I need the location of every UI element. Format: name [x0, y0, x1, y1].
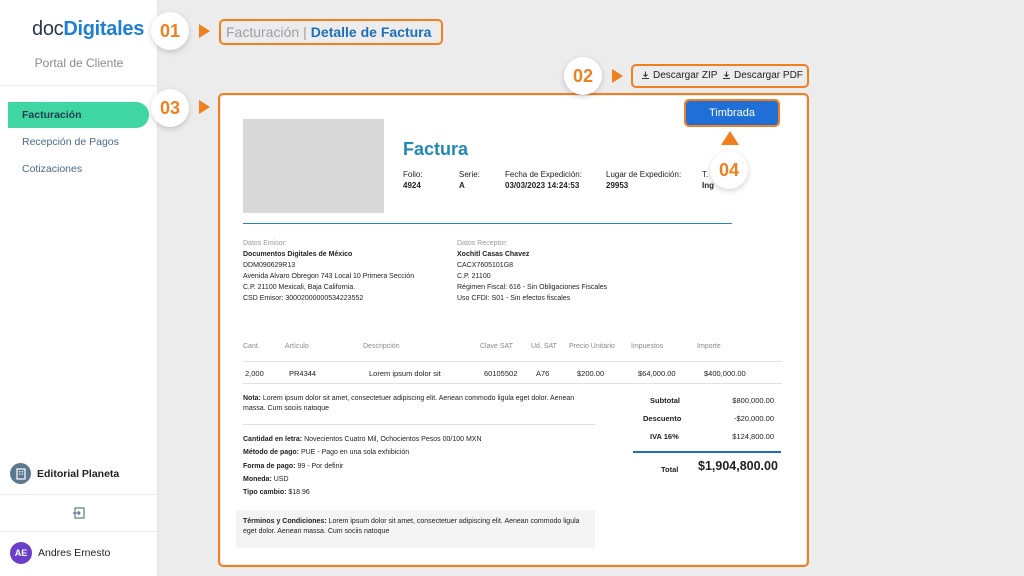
callout-arrow-03: [199, 100, 210, 114]
sidebar: docDigitales Portal de Cliente Facturaci…: [0, 0, 158, 576]
callout-arrow-02: [612, 69, 623, 83]
organization-selector[interactable]: Editorial Planeta: [10, 463, 119, 484]
sidebar-divider: [0, 494, 158, 495]
callout-arrow-04: [721, 131, 739, 145]
callout-badge-01: 01: [151, 12, 189, 50]
sidebar-divider: [0, 531, 158, 532]
callout-highlight-status: [684, 99, 780, 127]
building-icon: [10, 463, 31, 484]
callout-highlight-breadcrumb: [219, 19, 443, 45]
sidebar-item-facturacion[interactable]: Facturación: [8, 102, 149, 128]
sidebar-divider: [0, 85, 158, 86]
app-logo[interactable]: docDigitales: [32, 18, 144, 41]
sidebar-item-cotizaciones[interactable]: Cotizaciones: [8, 156, 149, 182]
user-name: Andres Ernesto: [38, 547, 111, 559]
callout-badge-02: 02: [564, 57, 602, 95]
logo-text-digitales: Digitales: [63, 18, 145, 40]
portal-label: Portal de Cliente: [34, 56, 124, 70]
sidebar-item-recepcion-pagos[interactable]: Recepción de Pagos: [8, 129, 149, 155]
avatar: AE: [10, 542, 32, 564]
logout-icon[interactable]: [72, 506, 86, 520]
callout-arrow-01: [199, 24, 210, 38]
organization-name: Editorial Planeta: [37, 467, 120, 480]
callout-badge-03: 03: [151, 89, 189, 127]
user-profile[interactable]: AE Andres Ernesto: [10, 542, 110, 564]
logo-text-doc: doc: [32, 18, 64, 40]
callout-badge-04: 04: [710, 151, 748, 189]
callout-highlight-downloads: [631, 64, 809, 88]
